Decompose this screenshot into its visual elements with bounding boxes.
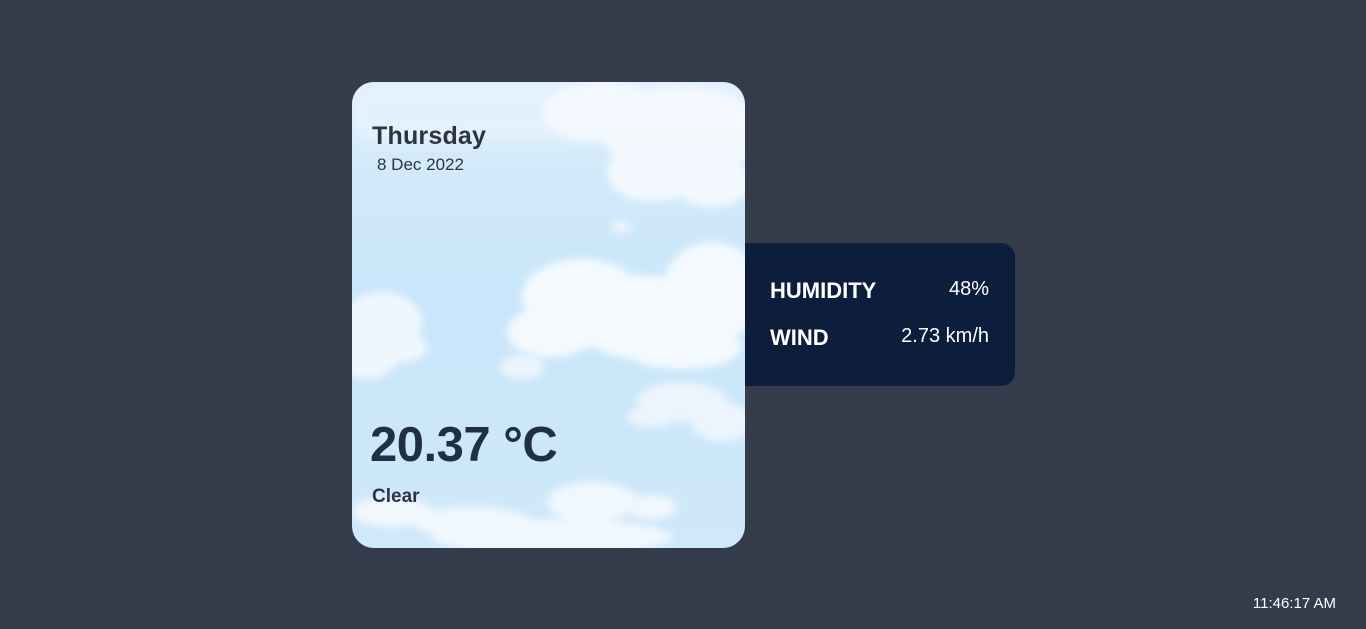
wind-value: 2.73 km/h (901, 325, 989, 347)
temperature-reading: 20.37 °C (370, 418, 558, 472)
humidity-label: HUMIDITY (770, 278, 877, 303)
humidity-row: HUMIDITY 48% (770, 278, 989, 308)
day-of-week: Thursday (372, 122, 487, 150)
clock-time: 11:46:17 AM (1252, 595, 1336, 612)
app-root: HUMIDITY 48% WIND 2.73 km/h Thursday 8 D… (0, 0, 1366, 629)
current-date: 8 Dec 2022 (377, 155, 464, 174)
wind-row: WIND 2.73 km/h (770, 325, 989, 355)
sky-background-image (352, 82, 745, 548)
weather-card: Thursday 8 Dec 2022 20.37 °C Clear (352, 82, 745, 548)
wind-label: WIND (770, 325, 829, 350)
humidity-value: 48% (948, 278, 989, 300)
weather-condition: Clear (372, 486, 420, 507)
weather-details-panel: HUMIDITY 48% WIND 2.73 km/h (728, 243, 1015, 386)
